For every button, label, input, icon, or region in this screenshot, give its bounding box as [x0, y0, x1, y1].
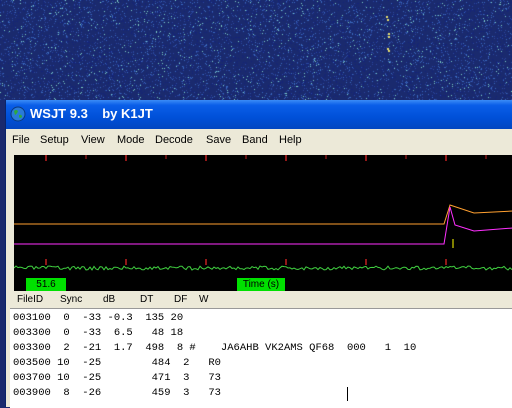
- menu-help[interactable]: Help: [279, 134, 302, 146]
- window-title: WSJT 9.3 by K1JT: [30, 106, 153, 121]
- menu-setup[interactable]: Setup: [40, 134, 69, 146]
- decode-column-header: FileID Sync dB DT DF W: [6, 291, 512, 308]
- file-name-label: VK2AMS_130106_003900: [344, 279, 463, 290]
- decode-row: 003900 8 -26 459 3 73: [13, 387, 221, 399]
- decoded-text-area[interactable]: 003100 0 -33 -0.3 135 20 003300 0 -33 6.…: [10, 308, 512, 408]
- text-cursor: [347, 387, 348, 401]
- title-bar[interactable]: WSJT 9.3 by K1JT: [6, 100, 512, 129]
- trace-magenta: [14, 206, 512, 245]
- time-axis-label: Time (s): [237, 278, 285, 292]
- decode-row: 003300 0 -33 6.5 48 18: [13, 327, 184, 339]
- waterfall-display: [0, 0, 512, 100]
- menu-bar: File Setup View Mode Decode Save Band He…: [6, 129, 512, 151]
- col-w: W: [199, 294, 209, 305]
- col-df: DF: [174, 294, 188, 305]
- trace-green: [14, 265, 512, 271]
- col-db: dB: [103, 294, 116, 305]
- plot-canvas: [14, 155, 512, 271]
- decode-row: 003700 10 -25 471 3 73: [13, 372, 221, 384]
- col-fileid: FileID: [17, 294, 44, 305]
- menu-file[interactable]: File: [12, 134, 30, 146]
- wsjt-window: WSJT 9.3 by K1JT File Setup View Mode De…: [5, 100, 512, 408]
- col-dt: DT: [140, 294, 154, 305]
- top-ticks: [45, 155, 487, 161]
- bottom-ticks: [45, 259, 447, 265]
- decode-row: 003300 2 -21 1.7 498 8 # JA6AHB VK2AMS Q…: [13, 342, 417, 354]
- signal-plot[interactable]: [14, 155, 512, 291]
- col-sync: Sync: [60, 294, 83, 305]
- trace-orange: [14, 204, 512, 225]
- menu-band[interactable]: Band: [242, 134, 268, 146]
- menu-view[interactable]: View: [81, 134, 105, 146]
- decode-row: 003500 10 -25 484 2 R0: [13, 357, 221, 369]
- menu-mode[interactable]: Mode: [117, 134, 145, 146]
- sync-level-badge: 51.6: [26, 278, 66, 291]
- decode-row: 003100 0 -33 -0.3 135 20: [13, 312, 184, 324]
- menu-save[interactable]: Save: [206, 134, 231, 146]
- menu-decode[interactable]: Decode: [155, 134, 193, 146]
- globe-icon: [10, 106, 26, 122]
